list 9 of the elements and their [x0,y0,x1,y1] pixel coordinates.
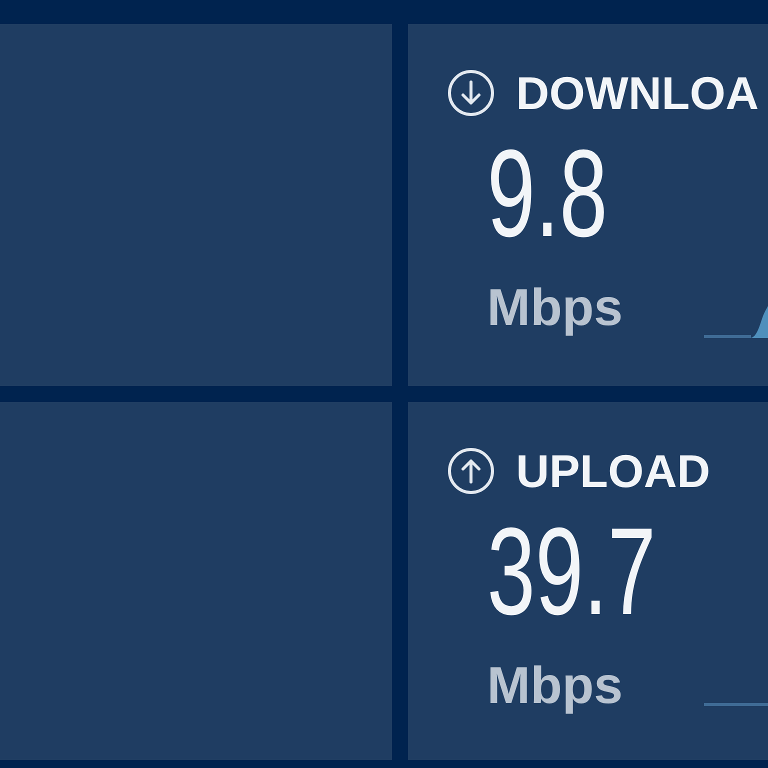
arrow-up-circle-icon [448,448,494,494]
speed-unit: Mbps [487,282,623,334]
speed-value: 9.8 [487,132,608,256]
speed-value: 39.7 [487,510,656,634]
speed-graph-drawing [704,306,768,338]
metric-label: UPLOAD [516,448,710,494]
speed-unit: Mbps [487,660,623,712]
metric-label: DOWNLOA [516,70,759,116]
arrow-down-circle-icon [448,70,494,116]
